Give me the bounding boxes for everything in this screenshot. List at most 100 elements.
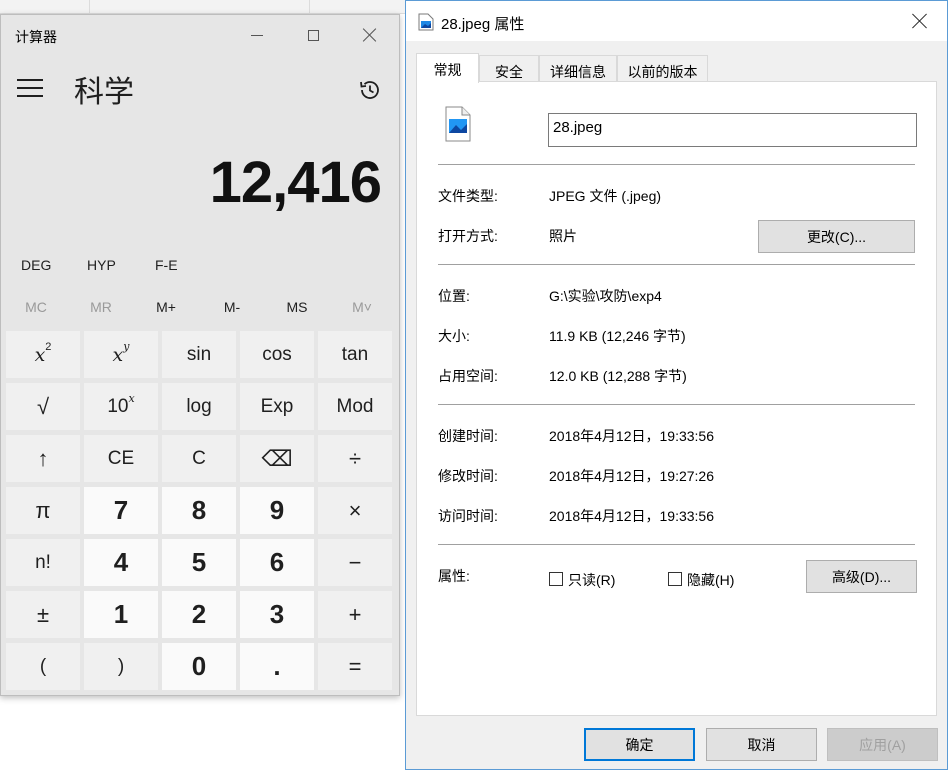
dialog-title: 28.jpeg 属性 (441, 16, 525, 33)
digit-3-button[interactable]: 3 (240, 591, 314, 638)
calculator-mode-title: 科学 (74, 76, 134, 109)
divider (438, 264, 915, 265)
digit-6-button[interactable]: 6 (240, 539, 314, 586)
factorial-button[interactable]: n! (6, 539, 80, 586)
equals-button[interactable]: = (318, 643, 392, 690)
result-display: 12,416 (209, 150, 382, 215)
shift-button[interactable]: ↑ (6, 435, 80, 482)
divider (438, 404, 915, 405)
readonly-label[interactable]: 只读(R) (568, 570, 615, 590)
calculator-titlebar[interactable]: 计算器 (1, 15, 399, 55)
m-plus-button[interactable]: M+ (136, 299, 196, 315)
tab-previous-versions[interactable]: 以前的版本 (617, 55, 708, 82)
pi-button[interactable]: π (6, 487, 80, 534)
created-label: 创建时间: (438, 428, 498, 444)
divide-button[interactable]: ÷ (318, 435, 392, 482)
mc-button[interactable]: MC (6, 299, 66, 315)
deg-button[interactable]: DEG (21, 257, 51, 273)
sin-button[interactable]: sin (162, 331, 236, 378)
fe-button[interactable]: F-E (155, 257, 178, 273)
apply-button[interactable]: 应用(A) (827, 728, 938, 761)
general-panel: 28.jpeg 文件类型: JPEG 文件 (.jpeg) 打开方式: 照片 更… (416, 81, 937, 716)
change-button[interactable]: 更改(C)... (758, 220, 915, 253)
opens-with-value: 照片 (549, 228, 577, 244)
digit-8-button[interactable]: 8 (162, 487, 236, 534)
ok-button[interactable]: 确定 (584, 728, 695, 761)
accessed-value: 2018年4月12日，19:33:56 (549, 508, 714, 524)
opens-with-label: 打开方式: (438, 228, 498, 244)
hyp-button[interactable]: HYP (87, 257, 116, 273)
tan-button[interactable]: tan (318, 331, 392, 378)
dialog-close-button[interactable] (912, 13, 928, 29)
background-cell (90, 0, 310, 14)
digit-0-button[interactable]: 0 (162, 643, 236, 690)
modified-value: 2018年4月12日，19:27:26 (549, 468, 714, 484)
filename-field[interactable]: 28.jpeg (548, 113, 917, 147)
subtract-button[interactable]: − (318, 539, 392, 586)
size-value: 11.9 KB (12,246 字节) (549, 328, 686, 344)
tab-security[interactable]: 安全 (479, 55, 539, 82)
multiply-button[interactable]: × (318, 487, 392, 534)
sqrt-button[interactable]: √ (6, 383, 80, 430)
digit-5-button[interactable]: 5 (162, 539, 236, 586)
ms-button[interactable]: MS (267, 299, 327, 315)
hidden-checkbox[interactable] (668, 572, 682, 586)
tab-details[interactable]: 详细信息 (539, 55, 617, 82)
location-value: G:\实验\攻防\exp4 (549, 288, 662, 304)
cancel-button[interactable]: 取消 (706, 728, 817, 761)
advanced-button[interactable]: 高级(D)... (806, 560, 917, 593)
close-icon (363, 28, 377, 42)
memory-list-button[interactable]: M˅ (332, 299, 392, 315)
properties-dialog: 28.jpeg 属性 常规 安全 详细信息 以前的版本 28.jpeg 文件类型… (405, 0, 948, 770)
close-icon (912, 13, 928, 29)
image-file-large-icon (445, 106, 471, 147)
add-button[interactable]: + (318, 591, 392, 638)
square-button[interactable]: x2 (6, 331, 80, 378)
ce-button[interactable]: CE (84, 435, 158, 482)
history-icon[interactable] (357, 77, 383, 103)
attributes-label: 属性: (438, 568, 470, 584)
power-button[interactable]: xy (84, 331, 158, 378)
divider (438, 544, 915, 545)
hidden-label[interactable]: 隐藏(H) (687, 570, 734, 590)
m-minus-button[interactable]: M- (202, 299, 262, 315)
created-value: 2018年4月12日，19:33:56 (549, 428, 714, 444)
close-button[interactable] (350, 21, 390, 49)
calculator-title: 计算器 (15, 29, 57, 45)
calculator-window: 计算器 科学 12,416 DEG HYP F-E MC MR M+ M- MS… (0, 14, 400, 696)
angle-row: DEG HYP F-E (1, 253, 399, 279)
digit-7-button[interactable]: 7 (84, 487, 158, 534)
digit-4-button[interactable]: 4 (84, 539, 158, 586)
digit-2-button[interactable]: 2 (162, 591, 236, 638)
backspace-button[interactable]: ⌫ (240, 435, 314, 482)
memory-row: MC MR M+ M- MS M˅ (1, 295, 399, 321)
log-button[interactable]: log (162, 383, 236, 430)
image-file-icon (418, 13, 434, 36)
ten-power-button[interactable]: 10 x (84, 383, 158, 430)
clear-button[interactable]: C (162, 435, 236, 482)
digit-1-button[interactable]: 1 (84, 591, 158, 638)
mod-button[interactable]: Mod (318, 383, 392, 430)
maximize-button[interactable] (293, 21, 333, 49)
size-label: 大小: (438, 328, 470, 344)
tab-general[interactable]: 常规 (416, 53, 479, 83)
readonly-checkbox[interactable] (549, 572, 563, 586)
file-type-value: JPEG 文件 (.jpeg) (549, 188, 662, 204)
disk-size-value: 12.0 KB (12,288 字节) (549, 368, 687, 384)
decimal-button[interactable]: . (240, 643, 314, 690)
properties-titlebar[interactable]: 28.jpeg 属性 (406, 1, 947, 41)
negate-button[interactable]: ± (6, 591, 80, 638)
file-type-label: 文件类型: (438, 188, 498, 204)
mr-button[interactable]: MR (71, 299, 131, 315)
cos-button[interactable]: cos (240, 331, 314, 378)
exp-button[interactable]: Exp (240, 383, 314, 430)
minimize-button[interactable] (237, 21, 277, 49)
right-paren-button[interactable]: ) (84, 643, 158, 690)
digit-9-button[interactable]: 9 (240, 487, 314, 534)
left-paren-button[interactable]: ( (6, 643, 80, 690)
background-cell (0, 0, 90, 14)
accessed-label: 访问时间: (438, 508, 498, 524)
location-label: 位置: (438, 288, 470, 304)
modified-label: 修改时间: (438, 468, 498, 484)
menu-icon[interactable] (17, 79, 43, 99)
